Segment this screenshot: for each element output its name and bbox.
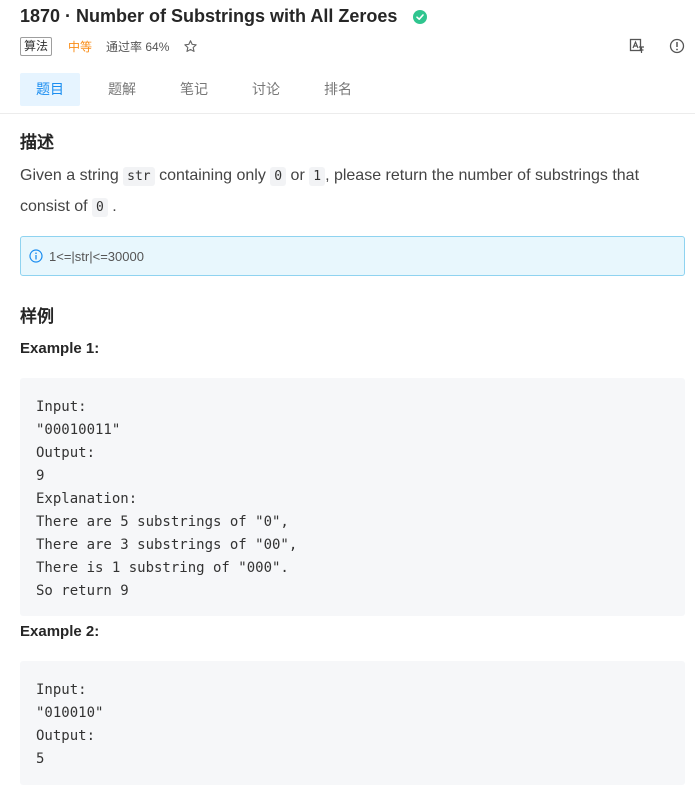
problem-title: 1870 · Number of Substrings with All Zer…: [20, 6, 398, 26]
example-1-code-text: Input: "00010011" Output: 9 Explanation:…: [36, 399, 298, 599]
description-heading: 描述: [20, 133, 54, 152]
tab-problem[interactable]: 题目: [20, 73, 80, 106]
tab-notes[interactable]: 笔记: [164, 73, 224, 106]
description-text: Given a string str containing only 0 or …: [20, 161, 670, 223]
example-2-title: Example 2:: [20, 623, 100, 640]
example-2-code: Input: "010010" Output: 5: [20, 661, 685, 785]
desc-text-part: .: [107, 198, 117, 215]
tab-discussion[interactable]: 讨论: [236, 73, 296, 106]
title-row: 1870 · Number of Substrings with All Zer…: [20, 6, 428, 27]
pass-rate: 通过率 64%: [106, 40, 170, 54]
info-icon: [29, 249, 43, 263]
desc-text-part: containing only: [154, 167, 271, 184]
example-1-code: Input: "00010011" Output: 9 Explanation:…: [20, 378, 685, 616]
check-circle-icon: [413, 9, 428, 24]
examples-heading: 样例: [20, 307, 54, 326]
divider: [0, 113, 695, 114]
star-icon[interactable]: [183, 39, 198, 54]
inline-code: str: [123, 167, 155, 186]
tab-solution[interactable]: 题解: [92, 73, 152, 106]
example-2-code-text: Input: "010010" Output: 5: [36, 682, 104, 767]
desc-text-part: Given a string: [20, 167, 124, 184]
constraint-text: 1<=|str|<=30000: [49, 248, 144, 264]
top-icons: [629, 38, 685, 59]
inline-code: 0: [270, 167, 287, 186]
example-1-title: Example 1:: [20, 340, 100, 357]
meta-row: 算法 中等 通过率 64%: [20, 37, 198, 56]
constraint-note: 1<=|str|<=30000: [20, 236, 685, 276]
translate-icon[interactable]: [629, 38, 645, 59]
tab-ranking[interactable]: 排名: [308, 73, 368, 106]
difficulty-label: 中等: [68, 40, 93, 54]
tab-bar: 题目 题解 笔记 讨论 排名: [20, 73, 380, 106]
inline-code: 0: [92, 198, 108, 217]
desc-text-part: or: [286, 167, 310, 184]
category-tag[interactable]: 算法: [20, 37, 53, 56]
info-circle-icon[interactable]: [669, 38, 685, 59]
inline-code: 1: [309, 167, 326, 186]
